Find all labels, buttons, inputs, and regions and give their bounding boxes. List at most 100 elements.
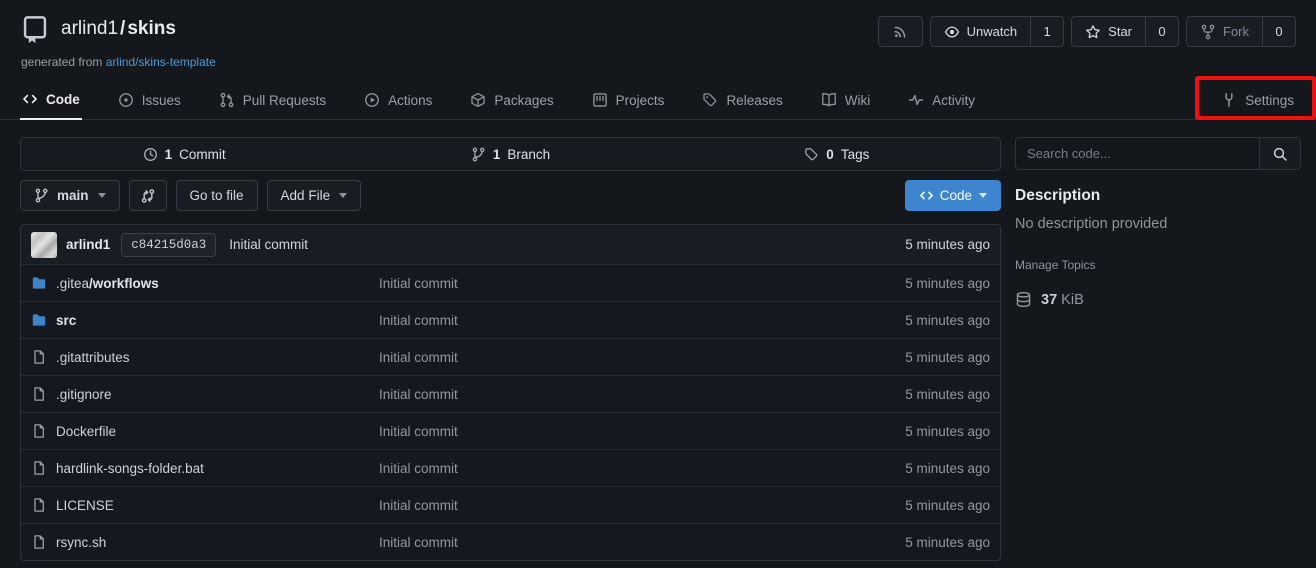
compare-button[interactable] bbox=[129, 180, 167, 211]
repo-actions: Unwatch 1 Star 0 bbox=[878, 16, 1296, 47]
file-link[interactable]: LICENSE bbox=[31, 497, 379, 513]
tab-issues[interactable]: Issues bbox=[116, 86, 183, 119]
tab-releases[interactable]: Releases bbox=[700, 86, 784, 119]
commits-stat[interactable]: 1 Commit bbox=[21, 138, 347, 170]
tag-icon bbox=[804, 147, 819, 162]
file-link[interactable]: hardlink-songs-folder.bat bbox=[31, 460, 379, 476]
commit-time: 5 minutes ago bbox=[905, 237, 990, 252]
row-commit-message[interactable]: Initial commit bbox=[379, 424, 905, 439]
code-toolbar: main Go to file Add File bbox=[20, 180, 1001, 211]
rss-button[interactable] bbox=[878, 16, 923, 47]
table-row: .gitattributes Initial commit 5 minutes … bbox=[21, 338, 1000, 375]
star-icon bbox=[1085, 24, 1101, 40]
wiki-icon bbox=[821, 92, 837, 108]
row-commit-time: 5 minutes ago bbox=[905, 350, 990, 365]
file-table: arlind1 c84215d0a3 Initial commit 5 minu… bbox=[20, 224, 1001, 561]
go-to-file-button[interactable]: Go to file bbox=[176, 180, 258, 211]
file-link[interactable]: .gitea/workflows bbox=[31, 275, 379, 291]
file-link[interactable]: src bbox=[31, 312, 379, 328]
table-row: LICENSE Initial commit 5 minutes ago bbox=[21, 486, 1000, 523]
file-link[interactable]: Dockerfile bbox=[31, 423, 379, 439]
row-commit-message[interactable]: Initial commit bbox=[379, 387, 905, 402]
unwatch-button[interactable]: Unwatch bbox=[931, 17, 1031, 46]
forks-count[interactable]: 0 bbox=[1262, 17, 1295, 46]
commit-hash-link[interactable]: c84215d0a3 bbox=[121, 233, 216, 257]
page-title: arlind1/skins bbox=[61, 18, 176, 40]
stars-count[interactable]: 0 bbox=[1145, 17, 1178, 46]
tab-pull-requests[interactable]: Pull Requests bbox=[217, 86, 328, 119]
tab-code[interactable]: Code bbox=[20, 85, 82, 120]
settings-icon bbox=[1221, 92, 1237, 108]
watchers-count[interactable]: 1 bbox=[1030, 17, 1063, 46]
file-icon bbox=[31, 423, 47, 439]
watch-button-group: Unwatch 1 bbox=[930, 16, 1065, 47]
rss-icon bbox=[893, 24, 908, 39]
table-row: hardlink-songs-folder.bat Initial commit… bbox=[21, 449, 1000, 486]
chevron-down-icon bbox=[979, 193, 987, 198]
star-button[interactable]: Star bbox=[1072, 17, 1145, 46]
row-commit-message[interactable]: Initial commit bbox=[379, 350, 905, 365]
code-download-button[interactable]: Code bbox=[905, 180, 1001, 211]
main-content: 1 Commit 1 Branch 0 bbox=[0, 120, 1316, 561]
table-row: rsync.sh Initial commit 5 minutes ago bbox=[21, 523, 1000, 560]
tab-activity[interactable]: Activity bbox=[906, 86, 977, 119]
row-commit-message[interactable]: Initial commit bbox=[379, 461, 905, 476]
chevron-down-icon bbox=[339, 193, 347, 198]
row-commit-message[interactable]: Initial commit bbox=[379, 535, 905, 550]
fork-icon bbox=[1200, 24, 1216, 40]
file-icon bbox=[31, 349, 47, 365]
repo-stats-bar: 1 Commit 1 Branch 0 bbox=[20, 137, 1001, 171]
avatar[interactable] bbox=[31, 232, 57, 258]
file-icon bbox=[31, 534, 47, 550]
tags-stat[interactable]: 0 Tags bbox=[674, 138, 1000, 170]
branch-selector[interactable]: main bbox=[20, 180, 120, 211]
manage-topics-link[interactable]: Manage Topics bbox=[1015, 258, 1096, 272]
generated-from: generated from arlind/skins-template bbox=[21, 55, 216, 69]
add-file-button[interactable]: Add File bbox=[267, 180, 362, 211]
repo-sidebar: Description No description provided Mana… bbox=[1015, 137, 1301, 308]
tab-packages[interactable]: Packages bbox=[468, 86, 555, 119]
search-input[interactable] bbox=[1016, 138, 1259, 169]
code-search-group bbox=[1015, 137, 1301, 170]
eye-icon bbox=[944, 24, 960, 40]
search-icon bbox=[1272, 146, 1288, 162]
row-commit-time: 5 minutes ago bbox=[905, 313, 990, 328]
branch-icon bbox=[34, 188, 49, 203]
search-button[interactable] bbox=[1259, 138, 1300, 169]
fork-button-group: Fork 0 bbox=[1186, 16, 1296, 47]
row-commit-time: 5 minutes ago bbox=[905, 276, 990, 291]
file-icon bbox=[31, 386, 47, 402]
row-commit-message[interactable]: Initial commit bbox=[379, 276, 905, 291]
row-commit-message[interactable]: Initial commit bbox=[379, 313, 905, 328]
issue-icon bbox=[118, 92, 134, 108]
tab-settings[interactable]: Settings bbox=[1219, 86, 1296, 119]
template-repo-link[interactable]: arlind/skins-template bbox=[106, 55, 216, 69]
star-button-group: Star 0 bbox=[1071, 16, 1179, 47]
code-icon bbox=[919, 188, 934, 203]
commit-author-link[interactable]: arlind1 bbox=[66, 237, 110, 252]
repo-owner-link[interactable]: arlind1 bbox=[61, 18, 118, 39]
row-commit-message[interactable]: Initial commit bbox=[379, 498, 905, 513]
file-link[interactable]: rsync.sh bbox=[31, 534, 379, 550]
description-text: No description provided bbox=[1015, 216, 1301, 232]
repo-template-icon bbox=[20, 14, 50, 44]
repo-size: 37 KiB bbox=[1015, 291, 1301, 308]
table-row: Dockerfile Initial commit 5 minutes ago bbox=[21, 412, 1000, 449]
branches-stat[interactable]: 1 Branch bbox=[347, 138, 673, 170]
tab-wiki[interactable]: Wiki bbox=[819, 86, 873, 119]
description-title: Description bbox=[1015, 187, 1301, 205]
repo-name-link[interactable]: skins bbox=[127, 18, 176, 39]
tab-actions[interactable]: Actions bbox=[362, 86, 434, 119]
file-link[interactable]: .gitattributes bbox=[31, 349, 379, 365]
table-row: src Initial commit 5 minutes ago bbox=[21, 301, 1000, 338]
commit-message-link[interactable]: Initial commit bbox=[229, 237, 308, 252]
fork-button[interactable]: Fork bbox=[1187, 17, 1262, 46]
folder-icon bbox=[31, 275, 47, 291]
row-commit-time: 5 minutes ago bbox=[905, 498, 990, 513]
row-commit-time: 5 minutes ago bbox=[905, 535, 990, 550]
activity-icon bbox=[908, 92, 924, 108]
projects-icon bbox=[592, 92, 608, 108]
tab-projects[interactable]: Projects bbox=[590, 86, 667, 119]
latest-commit-row: arlind1 c84215d0a3 Initial commit 5 minu… bbox=[21, 225, 1000, 264]
file-link[interactable]: .gitignore bbox=[31, 386, 379, 402]
